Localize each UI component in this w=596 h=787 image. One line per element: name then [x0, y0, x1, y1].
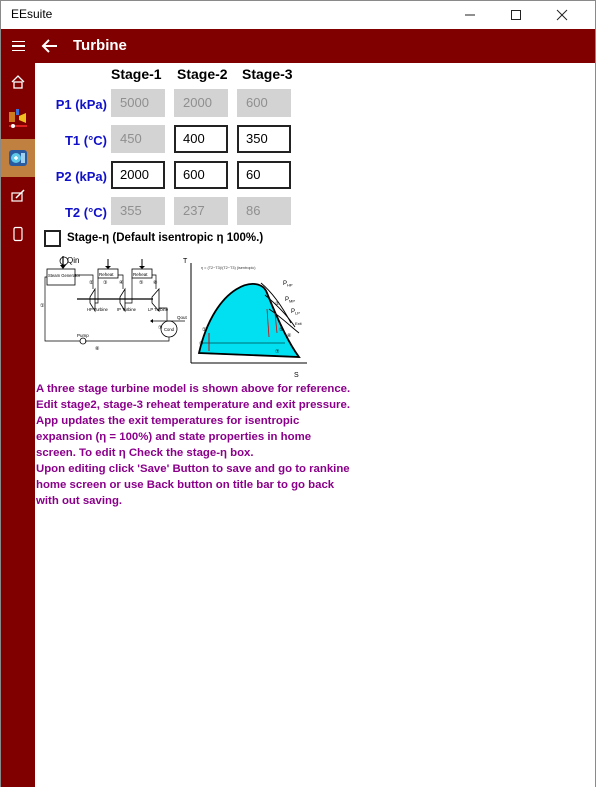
nav-rankine[interactable] [1, 99, 35, 137]
nav-home[interactable] [1, 63, 35, 101]
app-title: EEsuite [11, 7, 53, 21]
ts-state-2: ② [275, 301, 280, 307]
hp-turbine-label: HP Turbine [87, 307, 109, 312]
back-button[interactable] [39, 33, 61, 59]
ts-state-6: ⑥ [287, 333, 292, 339]
state-1-label: ① [40, 303, 45, 309]
ts-state-7: ⑦ [275, 349, 280, 355]
description-paragraph-1: A three stage turbine model is shown abo… [36, 383, 351, 459]
ts-state-8: ⑧ [199, 341, 204, 347]
device-icon [13, 226, 23, 242]
hamburger-menu-icon[interactable] [1, 29, 35, 63]
steam-generator-label: Steam Generator [48, 273, 81, 278]
state-8-label: ⑧ [95, 346, 100, 352]
home-icon [11, 75, 25, 89]
back-arrow-icon [41, 39, 57, 53]
ip-turbine-label: IP Turbine [117, 307, 137, 312]
app-window: EEsuite Turbine Stage-1 Stage-2 Stage-3 … [0, 0, 596, 787]
edit-icon [11, 189, 25, 202]
exit-label: Exit [295, 321, 303, 326]
state-7-label: ⑦ [158, 325, 163, 331]
turbine-content: Stage-1 Stage-2 Stage-3 P1 (kPa) 5000 20… [35, 63, 595, 787]
state-6-label: ⑥ [153, 280, 158, 286]
stage-1-heading: Stage-1 [111, 66, 162, 82]
t1-label: T1 (°C) [64, 133, 107, 148]
reheat-1-label: Reheat [99, 272, 114, 277]
p2-stage1-input[interactable]: 2000 [111, 161, 165, 189]
qin-label: Qin [67, 256, 79, 265]
state-3-label: ③ [103, 280, 108, 286]
turbine-icon [9, 150, 27, 166]
title-bar: EEsuite [1, 1, 595, 29]
t1-stage1-field: 450 [111, 125, 165, 153]
state-4-label: ④ [119, 280, 124, 286]
qout-label: Qout [177, 315, 188, 320]
stage-3-heading: Stage-3 [242, 66, 293, 82]
maximize-icon [511, 10, 521, 20]
p2-stage3-input[interactable]: 60 [237, 161, 291, 189]
p1-stage2-field: 2000 [174, 89, 228, 117]
minimize-button[interactable] [447, 1, 493, 29]
minimize-icon [465, 14, 475, 16]
p-ip-label: PMP [285, 297, 295, 304]
t2-label: T2 (°C) [64, 205, 107, 220]
p1-stage3-field: 600 [237, 89, 291, 117]
turbine-reference-diagram: Qin Steam Generator Reheat Reheat HP Tur… [40, 256, 307, 379]
description-paragraph-2: Upon editing click 'Save' Button to save… [36, 463, 350, 507]
reheat-2-label: Reheat [133, 272, 148, 277]
description-text: A three stage turbine model is shown abo… [36, 381, 354, 509]
close-icon [556, 9, 568, 21]
efficiency-formula: η = (T2−T3)/(T2−T3) (isentropic) [201, 266, 256, 270]
p1-stage1-field: 5000 [111, 89, 165, 117]
t-axis-label: T [183, 258, 188, 265]
t2-stage2-field: 237 [174, 197, 228, 225]
page-title: Turbine [73, 37, 127, 54]
nav-turbine[interactable] [1, 139, 35, 177]
nav-sidebar [1, 63, 35, 787]
state-2-label: ② [89, 280, 94, 286]
p1-label: P1 (kPa) [55, 97, 107, 112]
rankine-cycle-icon [9, 109, 27, 128]
p2-stage2-input[interactable]: 600 [174, 161, 228, 189]
nav-device[interactable] [1, 215, 35, 253]
pump-label: Pump [77, 333, 89, 338]
maximize-button[interactable] [493, 1, 539, 29]
cond-label: Cond [164, 327, 175, 332]
nav-edit[interactable] [1, 177, 35, 215]
t1-stage2-input[interactable]: 400 [174, 125, 228, 153]
ts-state-5: ⑤ [279, 327, 284, 333]
p-lp-label: PLP [291, 309, 300, 316]
p2-label: P2 (kPa) [55, 169, 107, 184]
app-header: Turbine [1, 29, 595, 63]
close-button[interactable] [539, 1, 585, 29]
state-5-label: ⑤ [139, 280, 144, 286]
s-axis-label: S [294, 372, 299, 379]
t1-stage3-input[interactable]: 350 [237, 125, 291, 153]
ts-state-1: ① [202, 327, 207, 333]
p-hp-label: PHP [283, 281, 293, 288]
stage-2-heading: Stage-2 [177, 66, 228, 82]
t2-stage3-field: 86 [237, 197, 291, 225]
t2-stage1-field: 355 [111, 197, 165, 225]
stage-eta-checkbox[interactable] [44, 230, 61, 247]
stage-eta-label: Stage-η (Default isentropic η 100%.) [67, 232, 264, 244]
